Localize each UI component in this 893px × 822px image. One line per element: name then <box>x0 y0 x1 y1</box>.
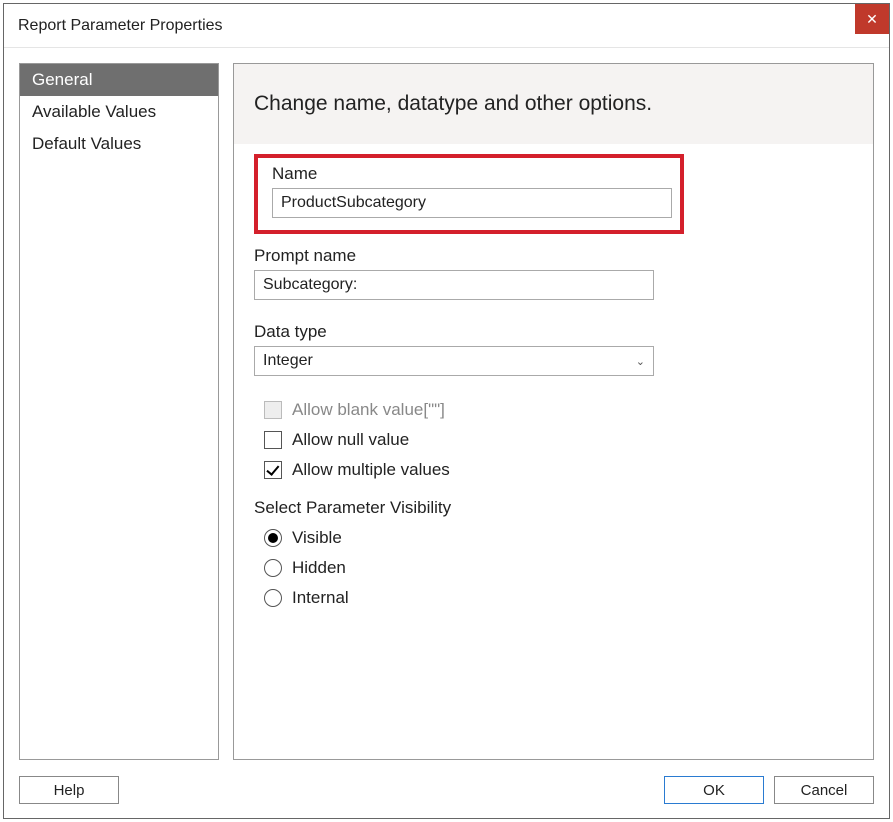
visibility-option-label: Hidden <box>292 558 346 578</box>
sidebar-item-label: General <box>32 70 92 89</box>
datatype-value: Integer <box>263 352 313 370</box>
allow-multiple-label: Allow multiple values <box>292 460 450 480</box>
visibility-visible-row: Visible <box>264 528 853 548</box>
sidebar-item-general[interactable]: General <box>20 64 218 96</box>
name-highlight-box: Name <box>254 154 684 234</box>
dialog-window: Report Parameter Properties ✕ General Av… <box>3 3 890 819</box>
visibility-option-label: Internal <box>292 588 349 608</box>
allow-blank-checkbox <box>264 401 282 419</box>
content-panel: Change name, datatype and other options.… <box>233 63 874 760</box>
cancel-button[interactable]: Cancel <box>774 776 874 804</box>
sidebar-item-label: Available Values <box>32 102 156 121</box>
close-button[interactable]: ✕ <box>855 4 889 34</box>
datatype-label: Data type <box>254 322 853 342</box>
content-body: Name Prompt name Data type Integer ⌄ All… <box>234 144 873 638</box>
allow-null-row: Allow null value <box>264 430 853 450</box>
name-input[interactable] <box>272 188 672 218</box>
help-button[interactable]: Help <box>19 776 119 804</box>
content-header: Change name, datatype and other options. <box>234 64 873 144</box>
titlebar: Report Parameter Properties ✕ <box>4 4 889 48</box>
visibility-internal-radio[interactable] <box>264 589 282 607</box>
allow-multiple-row: Allow multiple values <box>264 460 853 480</box>
visibility-hidden-row: Hidden <box>264 558 853 578</box>
dialog-title: Report Parameter Properties <box>18 17 223 35</box>
sidebar-item-default-values[interactable]: Default Values <box>20 128 218 160</box>
visibility-visible-radio[interactable] <box>264 529 282 547</box>
visibility-hidden-radio[interactable] <box>264 559 282 577</box>
allow-blank-row: Allow blank value[""] <box>264 400 853 420</box>
close-icon: ✕ <box>866 11 878 28</box>
allow-null-label: Allow null value <box>292 430 409 450</box>
allow-null-checkbox[interactable] <box>264 431 282 449</box>
prompt-label: Prompt name <box>254 246 853 266</box>
name-label: Name <box>272 164 666 184</box>
visibility-option-label: Visible <box>292 528 342 548</box>
chevron-down-icon: ⌄ <box>636 355 645 368</box>
ok-button[interactable]: OK <box>664 776 764 804</box>
visibility-label: Select Parameter Visibility <box>254 498 853 518</box>
allow-multiple-checkbox[interactable] <box>264 461 282 479</box>
visibility-internal-row: Internal <box>264 588 853 608</box>
sidebar-item-label: Default Values <box>32 134 141 153</box>
sidebar: General Available Values Default Values <box>19 63 219 760</box>
dialog-body: General Available Values Default Values … <box>4 48 889 770</box>
allow-blank-label: Allow blank value[""] <box>292 400 445 420</box>
dialog-footer: Help OK Cancel <box>4 770 889 818</box>
datatype-select[interactable]: Integer ⌄ <box>254 346 654 376</box>
prompt-input[interactable] <box>254 270 654 300</box>
sidebar-item-available-values[interactable]: Available Values <box>20 96 218 128</box>
